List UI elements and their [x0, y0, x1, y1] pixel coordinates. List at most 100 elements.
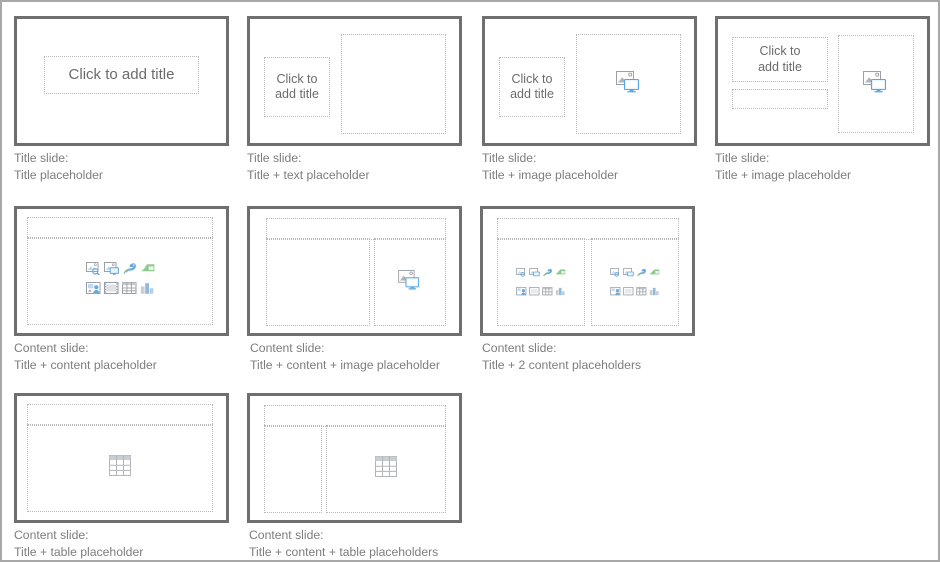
- title-placeholder[interactable]: [27, 217, 213, 239]
- subtitle-placeholder[interactable]: [732, 89, 828, 109]
- content-icon-cluster: [85, 262, 155, 300]
- insert-screenshot-icon: [623, 264, 634, 282]
- insert-smartart-icon: [140, 262, 155, 280]
- content-placeholder-right[interactable]: [591, 238, 679, 326]
- slide-caption: Title slide: Title + text placeholder: [247, 150, 370, 184]
- caption-line-2: Title + image placeholder: [715, 168, 852, 182]
- table-placeholder[interactable]: [326, 425, 446, 513]
- slide-caption: Content slide: Title + content + table p…: [249, 527, 438, 561]
- insert-stock-image-icon: [636, 264, 647, 282]
- content-placeholder-left[interactable]: [497, 238, 585, 326]
- slide-thumbnail[interactable]: [14, 206, 229, 336]
- image-placeholder-icon: [615, 70, 642, 98]
- table-placeholder-icon: [109, 455, 131, 481]
- insert-picture-icon: [85, 262, 101, 280]
- insert-video-icon: [529, 283, 540, 301]
- caption-line-2: Title + image placeholder: [482, 168, 619, 182]
- slide-thumbnail[interactable]: Click to add title: [14, 16, 229, 146]
- title-placeholder[interactable]: Click to add title: [732, 37, 828, 82]
- image-placeholder[interactable]: [576, 34, 681, 134]
- content-icon-cluster: [610, 264, 660, 301]
- title-placeholder[interactable]: [266, 218, 446, 240]
- caption-line-1: Content slide:: [249, 528, 324, 542]
- title-placeholder[interactable]: [27, 404, 213, 426]
- insert-stock-image-icon: [122, 262, 137, 280]
- slide-card-title-placeholder[interactable]: Click to add title Title slide: Title pl…: [14, 16, 229, 182]
- insert-video-icon: [103, 282, 119, 300]
- caption-line-2: Title + content + image placeholder: [250, 358, 440, 372]
- text-placeholder[interactable]: [341, 34, 446, 134]
- slide-card-title-subtitle-image-placeholder[interactable]: Click to add title Title slide: Title + …: [715, 16, 930, 182]
- table-placeholder[interactable]: [27, 424, 213, 512]
- insert-stock-image-icon: [542, 264, 553, 282]
- caption-line-1: Content slide:: [14, 528, 89, 542]
- insert-picture-icon: [610, 264, 621, 282]
- content-placeholder[interactable]: [266, 238, 370, 326]
- table-placeholder-icon: [375, 456, 397, 482]
- slide-caption: Content slide: Title + content + image p…: [250, 340, 440, 374]
- caption-line-2: Title + content placeholder: [14, 358, 157, 372]
- content-icon-cluster: [516, 264, 566, 301]
- insert-smartart-icon: [555, 264, 566, 282]
- insert-table-icon: [542, 283, 553, 301]
- slide-thumbnail[interactable]: [247, 393, 462, 523]
- slide-caption: Content slide: Title + 2 content placeho…: [482, 340, 641, 374]
- slide-caption: Title slide: Title + image placeholder: [715, 150, 851, 184]
- insert-screenshot-icon: [103, 262, 119, 280]
- slide-caption: Title slide: Title + image placeholder: [482, 150, 618, 184]
- caption-line-1: Content slide:: [482, 341, 557, 355]
- slide-card-title-image-placeholder[interactable]: Click to add title Title slide: Title + …: [482, 16, 697, 182]
- placeholder-prompt-text: Click to add title: [758, 44, 802, 74]
- image-placeholder-icon: [863, 70, 889, 98]
- slide-card-content-placeholder[interactable]: Content slide: Title + content placehold…: [14, 206, 229, 372]
- insert-video-icon: [623, 283, 634, 301]
- caption-line-1: Content slide:: [14, 341, 89, 355]
- placeholder-prompt-text: Click to add title: [68, 65, 175, 83]
- image-placeholder-icon: [398, 269, 422, 295]
- placeholder-prompt-text: Click to add title: [510, 71, 554, 101]
- insert-icon-icon: [610, 283, 621, 301]
- insert-picture-icon: [516, 264, 527, 282]
- title-placeholder[interactable]: [264, 405, 446, 427]
- image-placeholder[interactable]: [374, 238, 446, 326]
- caption-line-2: Title placeholder: [14, 168, 103, 182]
- slide-layout-gallery: Click to add title Title slide: Title pl…: [0, 0, 940, 562]
- caption-line-2: Title + content + table placeholders: [249, 545, 439, 559]
- title-placeholder[interactable]: Click to add title: [44, 56, 199, 94]
- title-placeholder[interactable]: Click to add title: [264, 57, 330, 117]
- insert-icon-icon: [85, 282, 101, 300]
- slide-thumbnail[interactable]: [247, 206, 462, 336]
- caption-line-1: Content slide:: [250, 341, 325, 355]
- slide-thumbnail[interactable]: [480, 206, 695, 336]
- insert-screenshot-icon: [529, 264, 540, 282]
- caption-line-1: Title slide:: [482, 151, 537, 165]
- caption-line-1: Title slide:: [247, 151, 302, 165]
- title-placeholder[interactable]: [497, 218, 679, 240]
- caption-line-1: Title slide:: [14, 151, 69, 165]
- slide-card-content-image-placeholder[interactable]: Content slide: Title + content + image p…: [247, 206, 465, 372]
- insert-table-icon: [121, 282, 137, 300]
- slide-thumbnail[interactable]: Click to add title: [715, 16, 930, 146]
- insert-icon-icon: [516, 283, 527, 301]
- caption-line-2: Title + 2 content placeholders: [482, 358, 642, 372]
- slide-thumbnail[interactable]: Click to add title: [247, 16, 462, 146]
- slide-card-table-placeholder[interactable]: Content slide: Title + table placeholder: [14, 393, 229, 559]
- slide-caption: Content slide: Title + table placeholder: [14, 527, 143, 561]
- insert-table-icon: [636, 283, 647, 301]
- content-placeholder[interactable]: [264, 425, 322, 513]
- placeholder-prompt-text: Click to add title: [275, 71, 319, 101]
- image-placeholder[interactable]: [838, 35, 914, 133]
- slide-card-title-text-placeholder[interactable]: Click to add title Title slide: Title + t…: [247, 16, 462, 182]
- content-placeholder[interactable]: [27, 237, 213, 325]
- caption-line-2: Title + table placeholder: [14, 545, 144, 559]
- slide-thumbnail[interactable]: Click to add title: [482, 16, 697, 146]
- caption-line-1: Title slide:: [715, 151, 770, 165]
- slide-card-two-content-placeholders[interactable]: Content slide: Title + 2 content placeho…: [480, 206, 695, 372]
- insert-chart-icon: [649, 283, 660, 301]
- slide-thumbnail[interactable]: [14, 393, 229, 523]
- title-placeholder[interactable]: Click to add title: [499, 57, 565, 117]
- insert-chart-icon: [140, 282, 155, 300]
- slide-card-content-table-placeholders[interactable]: Content slide: Title + content + table p…: [247, 393, 465, 559]
- insert-chart-icon: [555, 283, 566, 301]
- caption-line-2: Title + text placeholder: [247, 168, 370, 182]
